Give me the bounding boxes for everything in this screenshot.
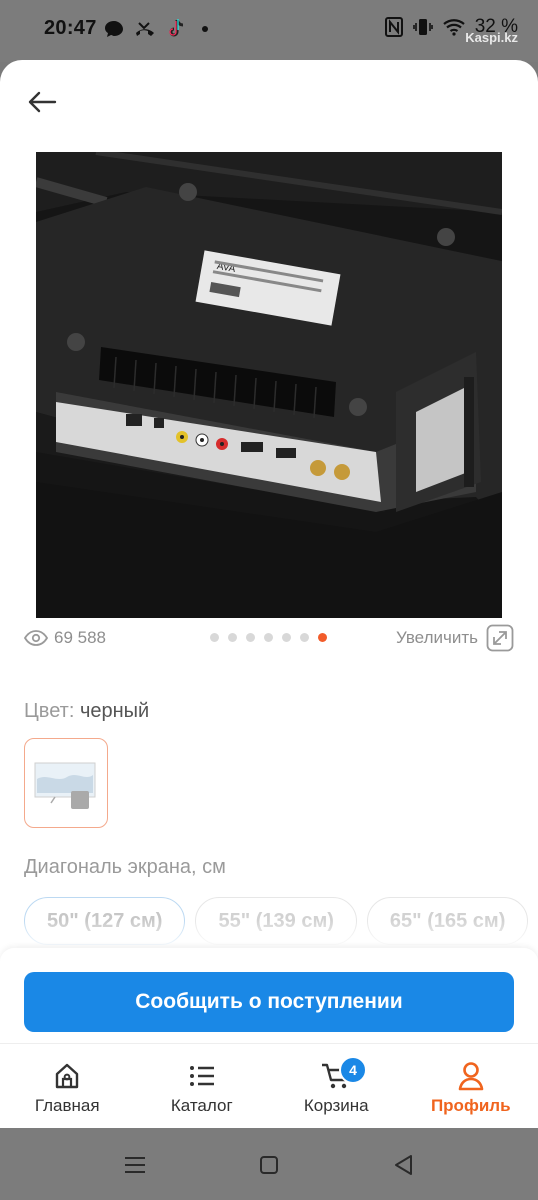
product-image[interactable]: AVA	[36, 152, 502, 618]
back-button[interactable]	[22, 84, 62, 120]
menu-icon	[125, 1157, 145, 1173]
tab-cart-label: Корзина	[303, 1096, 369, 1115]
status-time: 20:47	[44, 17, 97, 39]
square-icon	[260, 1156, 278, 1174]
status-bar: 20:47 32 % Kaspi.kz	[0, 0, 538, 62]
home-nav-button[interactable]	[256, 1152, 282, 1178]
views-counter: 69 588	[24, 628, 106, 648]
bottom-tab-bar: Главная Каталог 4 Корзина Профиль	[0, 1043, 538, 1128]
tv-back-photo: AVA	[36, 152, 502, 618]
gallery-dot[interactable]	[300, 633, 309, 642]
notify-button[interactable]: Сообщить о поступлении	[24, 972, 514, 1032]
color-option-black[interactable]	[24, 738, 108, 828]
gallery-dot[interactable]	[210, 633, 219, 642]
notify-panel: Сообщить о поступлении	[0, 948, 538, 1046]
gallery-dot[interactable]	[282, 633, 291, 642]
back-arrow-icon	[28, 91, 57, 113]
message-icon	[105, 21, 123, 37]
tiktok-icon	[169, 19, 184, 37]
system-nav-bar	[0, 1128, 538, 1200]
wifi-icon	[442, 19, 465, 36]
kaspi-watermark: Kaspi.kz	[465, 30, 518, 45]
vibrate-icon	[412, 19, 433, 35]
color-value: черный	[79, 700, 150, 722]
eye-icon	[24, 630, 48, 646]
color-label-text: Цвет:	[24, 700, 75, 722]
gallery-dot[interactable]	[264, 633, 273, 642]
zoom-button[interactable]: Увеличить	[396, 624, 514, 652]
expand-icon	[486, 624, 514, 652]
gallery-dot[interactable]	[228, 633, 237, 642]
tab-home[interactable]: Главная	[0, 1044, 135, 1128]
recent-apps-button[interactable]	[122, 1152, 148, 1178]
tab-home-label: Главная	[34, 1096, 100, 1115]
more-dot-icon	[202, 26, 208, 32]
nfc-icon	[384, 17, 403, 37]
triangle-back-icon	[395, 1155, 412, 1175]
list-icon	[189, 1066, 214, 1086]
back-nav-button[interactable]	[390, 1152, 416, 1178]
tab-profile-label: Профиль	[430, 1096, 511, 1115]
gallery-pagination[interactable]	[210, 633, 327, 642]
color-label: Цвет: черный	[24, 700, 149, 723]
tab-profile[interactable]: Профиль	[404, 1044, 538, 1128]
profile-icon	[458, 1062, 484, 1091]
tab-catalog-label: Каталог	[170, 1096, 233, 1115]
tab-cart[interactable]: 4 Корзина	[269, 1044, 404, 1128]
home-icon	[56, 1063, 79, 1089]
zoom-label: Увеличить	[396, 628, 478, 647]
diagonal-label: Диагональ экрана, см	[24, 856, 226, 878]
gallery-dot-active[interactable]	[318, 633, 327, 642]
image-meta-row: 69 588 Увеличить	[24, 622, 514, 654]
notification-icons	[104, 18, 208, 40]
missed-call-icon	[136, 22, 154, 36]
gallery-dot[interactable]	[246, 633, 255, 642]
tab-catalog[interactable]: Каталог	[135, 1044, 270, 1128]
scroll-fade	[0, 920, 538, 950]
tv-thumbnail	[34, 762, 96, 809]
views-count: 69 588	[54, 628, 106, 647]
cart-badge: 4	[339, 1056, 367, 1084]
product-sheet: AVA 69 588 Увеличить Цвет: черный Диагон…	[0, 60, 538, 1128]
